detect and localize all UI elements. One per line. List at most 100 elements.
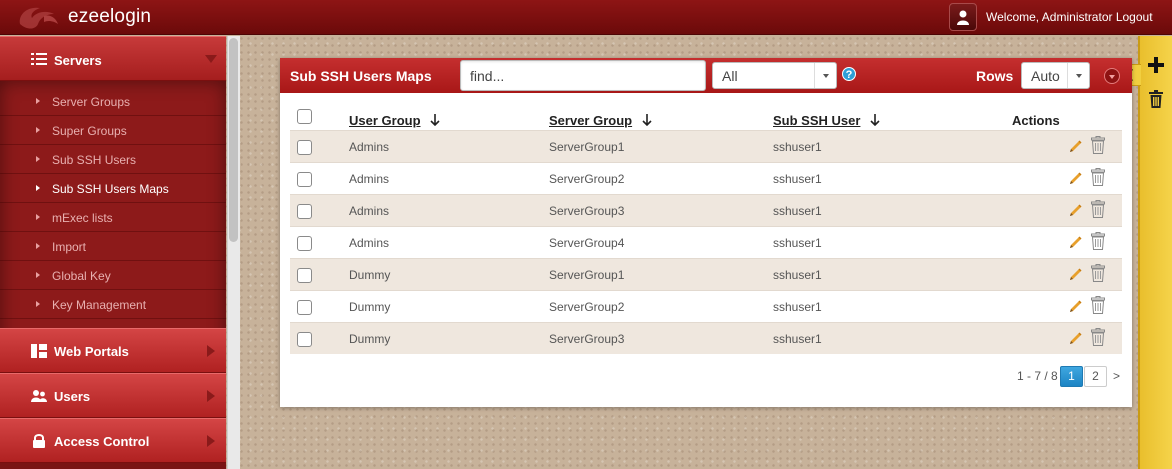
cell-server-group: ServerGroup2 — [549, 300, 625, 314]
delete-icon[interactable] — [1091, 200, 1105, 218]
sidebar-item-label: Sub SSH Users — [52, 153, 137, 167]
bullet-icon — [36, 243, 40, 249]
sort-arrow-icon — [430, 114, 440, 126]
help-icon[interactable]: ? — [842, 67, 856, 81]
row-checkbox[interactable] — [297, 268, 312, 283]
select-all-checkbox[interactable] — [297, 109, 312, 124]
page-button-2[interactable]: 2 — [1084, 366, 1107, 387]
column-header-sub-ssh-user[interactable]: Sub SSH User — [773, 113, 880, 128]
sidebar-item-label: Global Key — [52, 269, 111, 283]
user-icon — [957, 10, 969, 25]
column-header-server-group[interactable]: Server Group — [549, 113, 652, 128]
edit-pencil-icon[interactable] — [1068, 299, 1083, 314]
sidebar-item-label: Super Groups — [52, 124, 127, 138]
cell-sub-ssh-user: sshuser1 — [773, 236, 822, 250]
column-header-actions: Actions — [1012, 113, 1060, 128]
column-header-user-group[interactable]: User Group — [349, 113, 440, 128]
sidebar-scroll-thumb[interactable] — [229, 38, 238, 242]
sidebar-section-label: Users — [54, 389, 91, 404]
edit-pencil-icon[interactable] — [1068, 203, 1083, 218]
welcome-text[interactable]: Welcome, Administrator Logout — [986, 10, 1153, 24]
next-page-button[interactable]: > — [1113, 369, 1120, 383]
page-button-1[interactable]: 1 — [1060, 366, 1083, 387]
delete-icon[interactable] — [1091, 296, 1105, 314]
trash-icon[interactable] — [1149, 90, 1163, 108]
sidebar-item-import[interactable]: Import — [0, 232, 226, 261]
table-row[interactable]: Admins ServerGroup2 sshuser1 — [290, 162, 1122, 194]
row-checkbox[interactable] — [297, 332, 312, 347]
table-row[interactable]: Admins ServerGroup4 sshuser1 — [290, 226, 1122, 258]
sidebar-item-global-key[interactable]: Global Key — [0, 261, 226, 290]
sidebar-item-label: Sub SSH Users Maps — [52, 182, 169, 196]
row-checkbox[interactable] — [297, 300, 312, 315]
cell-user-group: Admins — [349, 236, 390, 250]
delete-icon[interactable] — [1091, 168, 1105, 186]
delete-icon[interactable] — [1091, 264, 1105, 282]
column-header-label: User Group — [349, 113, 421, 128]
app-title[interactable]: ezeelogin — [68, 6, 151, 28]
edit-pencil-icon[interactable] — [1068, 331, 1083, 346]
row-checkbox[interactable] — [297, 236, 312, 251]
delete-icon[interactable] — [1091, 136, 1105, 154]
cell-user-group: Dummy — [349, 300, 391, 314]
caret-down-icon — [814, 63, 836, 88]
cell-user-group: Admins — [349, 204, 390, 218]
servers-submenu: Server Groups Super Groups Sub SSH Users… — [0, 81, 226, 364]
chevron-right-icon — [207, 345, 215, 357]
cell-server-group: ServerGroup2 — [549, 172, 625, 186]
delete-icon[interactable] — [1091, 328, 1105, 346]
edit-pencil-icon[interactable] — [1068, 235, 1083, 250]
ezeelogin-logo-icon[interactable] — [14, 2, 62, 34]
pagination-summary: 1 - 7 / 8 — [1017, 369, 1058, 383]
column-header-label: Server Group — [549, 113, 633, 128]
rows-select-value: Auto — [1031, 68, 1060, 84]
sidebar-item-sub-ssh-users-maps[interactable]: Sub SSH Users Maps — [0, 174, 226, 203]
sidebar: Servers Server Groups Super Groups Sub S… — [0, 36, 226, 469]
row-checkbox[interactable] — [297, 172, 312, 187]
table-row[interactable]: Dummy ServerGroup2 sshuser1 — [290, 290, 1122, 322]
edit-pencil-icon[interactable] — [1068, 267, 1083, 282]
filter-select[interactable]: All — [712, 62, 837, 89]
search-input[interactable] — [460, 60, 706, 91]
sidebar-section-users[interactable]: Users — [0, 373, 226, 418]
chevron-down-icon — [205, 55, 217, 63]
cell-server-group: ServerGroup3 — [549, 204, 625, 218]
chevron-right-icon — [207, 435, 215, 447]
sidebar-item-mexec-lists[interactable]: mExec lists — [0, 203, 226, 232]
sidebar-item-super-groups[interactable]: Super Groups — [0, 116, 226, 145]
chevron-right-icon — [207, 390, 215, 402]
add-icon[interactable] — [1147, 56, 1165, 74]
filter-select-value: All — [722, 68, 738, 84]
cell-server-group: ServerGroup1 — [549, 268, 625, 282]
dashboard-icon — [31, 344, 47, 358]
user-avatar[interactable] — [949, 3, 977, 31]
sidebar-section-access-control[interactable]: Access Control — [0, 418, 226, 463]
edit-pencil-icon[interactable] — [1068, 139, 1083, 154]
bullet-icon — [36, 301, 40, 307]
sidebar-item-key-management[interactable]: Key Management — [0, 290, 226, 319]
table-row[interactable]: Admins ServerGroup1 sshuser1 — [290, 130, 1122, 162]
cell-sub-ssh-user: sshuser1 — [773, 204, 822, 218]
bullet-icon — [36, 185, 40, 191]
sidebar-item-label: Key Management — [52, 298, 147, 312]
collapse-panel-icon[interactable] — [1104, 68, 1120, 84]
edit-pencil-icon[interactable] — [1068, 171, 1083, 186]
sidebar-item-server-groups[interactable]: Server Groups — [0, 87, 226, 116]
sidebar-section-servers[interactable]: Servers — [0, 36, 226, 81]
cell-sub-ssh-user: sshuser1 — [773, 140, 822, 154]
bullet-icon — [36, 127, 40, 133]
delete-icon[interactable] — [1091, 232, 1105, 250]
table-row[interactable]: Admins ServerGroup3 sshuser1 — [290, 194, 1122, 226]
table-row[interactable]: Dummy ServerGroup1 sshuser1 — [290, 258, 1122, 290]
sidebar-section-label: Servers — [54, 53, 102, 68]
cell-sub-ssh-user: sshuser1 — [773, 300, 822, 314]
row-checkbox[interactable] — [297, 140, 312, 155]
column-header-label: Sub SSH User — [773, 113, 861, 128]
sort-arrow-icon — [870, 114, 880, 126]
sidebar-item-sub-ssh-users[interactable]: Sub SSH Users — [0, 145, 226, 174]
table-row[interactable]: Dummy ServerGroup3 sshuser1 — [290, 322, 1122, 354]
rows-select[interactable]: Auto — [1021, 62, 1090, 89]
cell-server-group: ServerGroup3 — [549, 332, 625, 346]
sidebar-section-web-portals[interactable]: Web Portals — [0, 328, 226, 373]
row-checkbox[interactable] — [297, 204, 312, 219]
